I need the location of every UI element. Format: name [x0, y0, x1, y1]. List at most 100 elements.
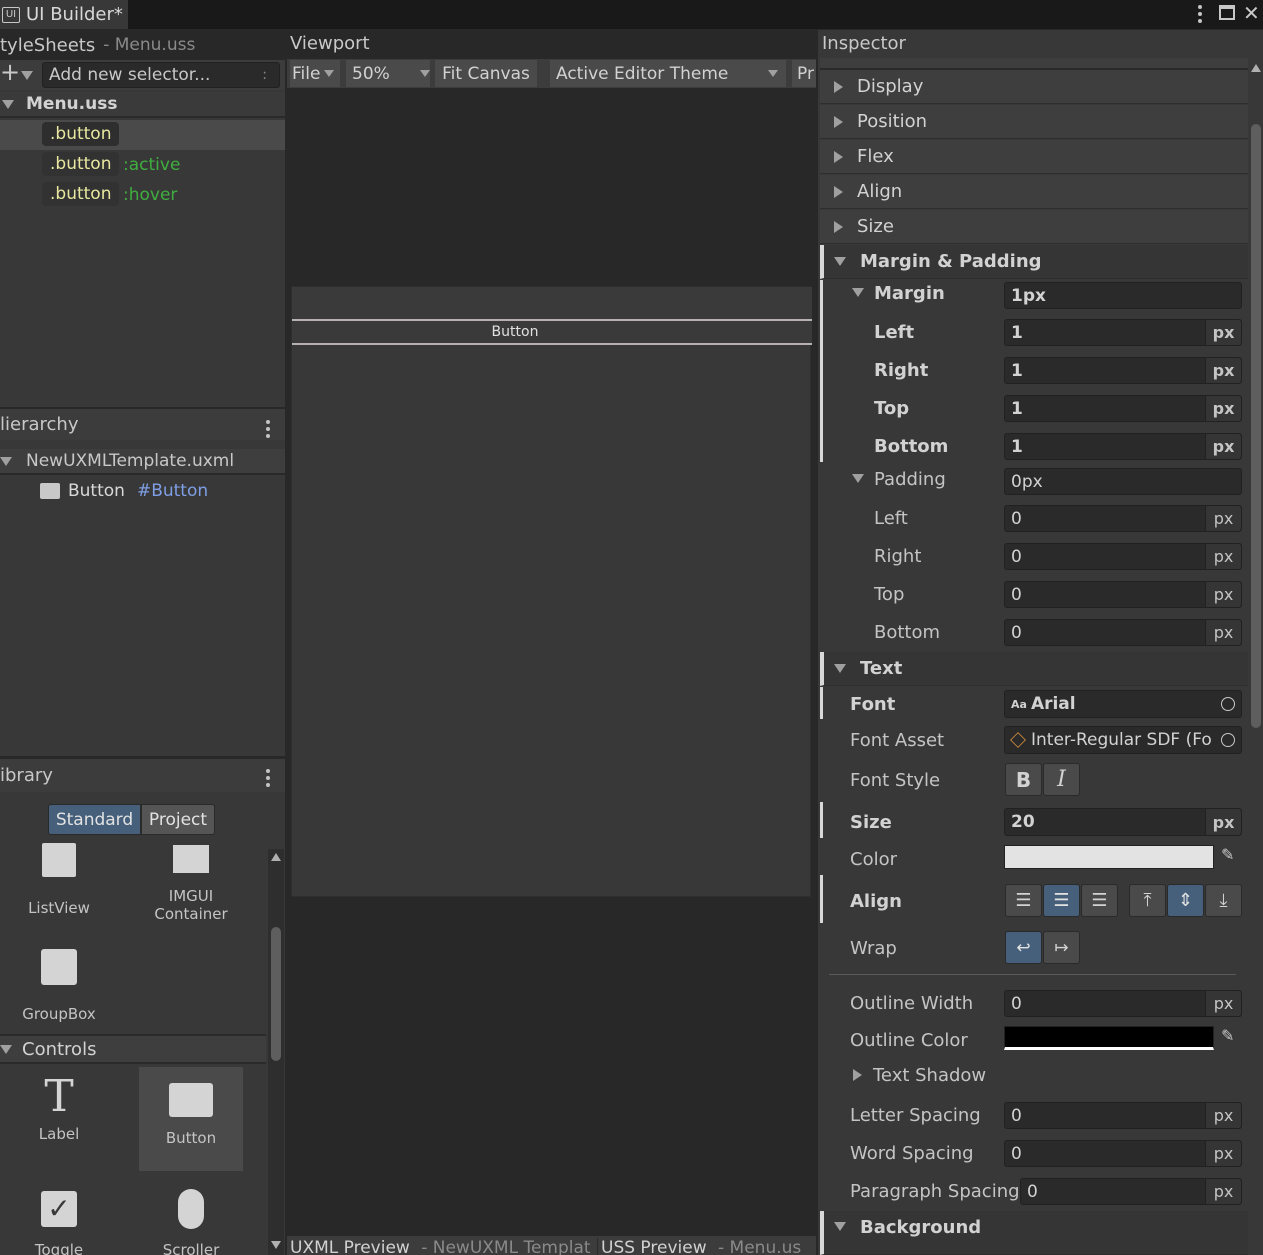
unit-dropdown[interactable]: px — [1205, 582, 1241, 607]
paragraph-spacing-field[interactable]: 0 px — [1020, 1178, 1242, 1205]
section-display[interactable]: Display — [820, 70, 1248, 104]
section-flex[interactable]: Flex — [820, 140, 1248, 174]
margin-expand-icon[interactable] — [852, 288, 864, 297]
padding-bottom-field[interactable]: 0 px — [1004, 619, 1242, 646]
maximize-icon[interactable] — [1219, 5, 1235, 20]
unit-dropdown[interactable]: px — [1205, 1141, 1241, 1166]
expand-icon[interactable] — [0, 1044, 12, 1054]
size-field[interactable]: 20 px — [1004, 808, 1242, 836]
section-position[interactable]: Position — [820, 105, 1248, 139]
add-selector-input[interactable]: Add new selector... : — [42, 62, 280, 88]
fit-canvas-button[interactable]: Fit Canvas — [435, 60, 537, 87]
unit-dropdown[interactable]: px — [1205, 544, 1241, 569]
unit-dropdown[interactable]: px — [1205, 434, 1241, 459]
font-field[interactable]: Aa Arial — [1004, 690, 1242, 718]
letter-spacing-field[interactable]: 0 px — [1004, 1102, 1242, 1129]
section-size[interactable]: Size — [820, 210, 1248, 244]
library-item-groupbox[interactable]: GroupBox — [7, 939, 111, 1043]
hierarchy-root-row[interactable]: NewUXMLTemplate.uxml — [0, 449, 285, 475]
unit-dropdown[interactable]: px — [1205, 358, 1241, 383]
expand-icon[interactable] — [0, 456, 12, 466]
eyedropper-icon[interactable]: ✎ — [1221, 1026, 1234, 1045]
word-spacing-field[interactable]: 0 px — [1004, 1140, 1242, 1167]
outline-width-field[interactable]: 0 px — [1004, 990, 1242, 1017]
unit-dropdown[interactable]: px — [1205, 809, 1241, 835]
section-align[interactable]: Align — [820, 175, 1248, 209]
hierarchy-button-row[interactable]: Button #Button — [0, 477, 285, 505]
unit-dropdown[interactable]: px — [1205, 320, 1241, 345]
scroll-up-icon[interactable] — [1251, 64, 1261, 72]
padding-right-field[interactable]: 0 px — [1004, 543, 1242, 570]
library-item-label[interactable]: T Label — [7, 1067, 111, 1171]
preview-button[interactable]: Pr — [792, 60, 816, 87]
library-menu-icon[interactable] — [266, 769, 270, 787]
color-swatch[interactable] — [1004, 845, 1214, 869]
unit-dropdown[interactable]: px — [1205, 1179, 1241, 1204]
align-right-button[interactable]: ☰ — [1081, 884, 1118, 917]
align-middle-button[interactable]: ⇕ — [1167, 884, 1204, 917]
wrap-on-button[interactable]: ↩ — [1005, 931, 1042, 964]
unit-dropdown[interactable]: px — [1205, 506, 1241, 531]
margin-left-field[interactable]: 1 px — [1004, 319, 1242, 346]
align-center-button[interactable]: ☰ — [1043, 884, 1080, 917]
unit-dropdown[interactable]: px — [1205, 620, 1241, 645]
close-icon[interactable]: ✕ — [1243, 1, 1260, 25]
margin-bottom-field[interactable]: 1 px — [1004, 433, 1242, 460]
object-picker-icon[interactable] — [1221, 697, 1235, 711]
margin-right-field[interactable]: 1 px — [1004, 357, 1242, 384]
italic-toggle[interactable]: I — [1043, 763, 1080, 796]
inspector-scrollbar[interactable] — [1249, 58, 1263, 1255]
section-margin-padding[interactable]: Margin & Padding — [820, 245, 1248, 279]
add-icon[interactable]: + — [0, 58, 20, 86]
wrap-off-button[interactable]: ↦ — [1043, 931, 1080, 964]
section-text[interactable]: Text — [820, 652, 1248, 686]
selector-pill[interactable]: .button — [42, 182, 120, 206]
library-tab-project[interactable]: Project — [141, 804, 215, 835]
canvas-button[interactable]: Button — [292, 319, 812, 345]
library-item-toggle[interactable]: ✓ Toggle — [7, 1179, 111, 1255]
uxml-preview-tab[interactable]: UXML Preview - NewUXML Templat — [290, 1238, 591, 1255]
library-section-controls[interactable]: Controls — [0, 1034, 266, 1064]
library-item-imgui-container[interactable]: IMGUI Container — [139, 839, 243, 943]
bold-toggle[interactable]: B — [1005, 763, 1042, 796]
padding-top-field[interactable]: 0 px — [1004, 581, 1242, 608]
library-item-scroller[interactable]: Scroller — [139, 1179, 243, 1255]
theme-dropdown[interactable]: Active Editor Theme — [550, 60, 786, 87]
outline-color-swatch[interactable] — [1004, 1026, 1214, 1050]
window-tab[interactable]: UI UI Builder* — [0, 0, 128, 29]
object-picker-icon[interactable] — [1221, 733, 1235, 747]
library-item-button[interactable]: Button — [139, 1067, 243, 1171]
padding-field[interactable]: 0px — [1004, 468, 1242, 495]
add-dropdown-icon[interactable] — [21, 71, 33, 80]
more-icon[interactable] — [1198, 5, 1202, 23]
eyedropper-icon[interactable]: ✎ — [1221, 845, 1234, 864]
margin-top-field[interactable]: 1 px — [1004, 395, 1242, 422]
padding-left-field[interactable]: 0 px — [1004, 505, 1242, 532]
text-shadow-expand-icon[interactable] — [853, 1069, 862, 1081]
unit-dropdown[interactable]: px — [1205, 1103, 1241, 1128]
selector-pill[interactable]: .button — [42, 152, 120, 176]
stylesheet-file-row[interactable]: Menu.uss — [0, 92, 285, 118]
zoom-dropdown[interactable]: 50% — [346, 60, 430, 87]
align-left-button[interactable]: ☰ — [1005, 884, 1042, 917]
canvas[interactable]: Button — [291, 286, 812, 897]
file-menu[interactable]: File — [290, 60, 340, 87]
align-bottom-button[interactable]: ⤓ — [1205, 884, 1242, 917]
selector-pill[interactable]: .button — [42, 122, 120, 146]
library-item-listview[interactable]: ListView — [7, 839, 111, 943]
scroll-down-icon[interactable] — [271, 1241, 281, 1249]
scroll-thumb[interactable] — [1251, 124, 1261, 728]
uss-preview-tab[interactable]: USS Preview - Menu.us — [597, 1238, 801, 1255]
unit-dropdown[interactable]: px — [1205, 991, 1241, 1016]
expand-icon[interactable] — [2, 99, 14, 109]
section-background[interactable]: Background — [820, 1211, 1248, 1255]
align-top-button[interactable]: ⤒ — [1129, 884, 1166, 917]
font-asset-field[interactable]: Inter-Regular SDF (Fo — [1004, 726, 1242, 754]
selector-options-icon[interactable]: : — [262, 67, 267, 83]
padding-expand-icon[interactable] — [852, 474, 864, 483]
library-tab-standard[interactable]: Standard — [48, 804, 141, 835]
library-scrollbar[interactable] — [268, 849, 284, 1255]
unit-dropdown[interactable]: px — [1205, 396, 1241, 421]
hierarchy-menu-icon[interactable] — [266, 420, 270, 438]
scroll-thumb[interactable] — [271, 927, 281, 1061]
